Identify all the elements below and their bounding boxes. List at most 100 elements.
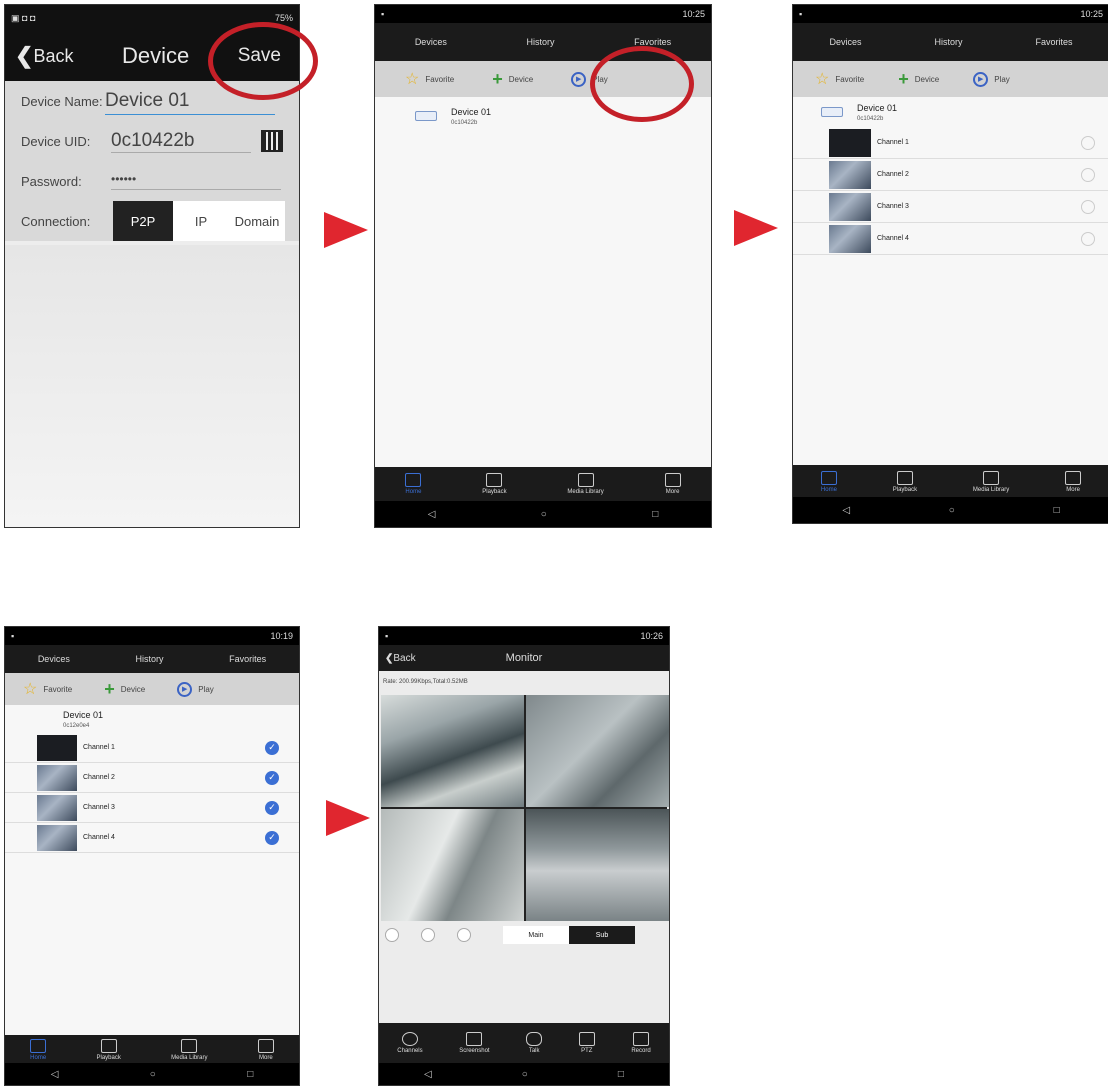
nav-back-icon[interactable]: ◁ (424, 1069, 432, 1080)
nav-recent-icon[interactable]: □ (652, 509, 658, 520)
tab-more[interactable]: More (664, 473, 681, 495)
device-form: Device Name: Device 01 Device UID: 0c104… (5, 81, 299, 241)
tab-history[interactable]: History (135, 654, 163, 664)
tab-playback[interactable]: Playback (482, 473, 507, 495)
tab-playback[interactable]: Playback (96, 1039, 121, 1061)
tab-favorites[interactable]: Favorites (1035, 37, 1072, 47)
camera-view[interactable] (526, 809, 669, 921)
bottom-tab-bar: Home Playback Media Library More (5, 1035, 299, 1065)
tab-devices[interactable]: Devices (38, 654, 70, 664)
star-icon: ☆ (405, 71, 420, 88)
nav-home-icon[interactable]: ○ (150, 1069, 156, 1080)
nav-home-icon[interactable]: ○ (541, 509, 547, 520)
back-button[interactable]: ❮Back (15, 43, 73, 69)
channel-row[interactable]: Channel 3 (793, 191, 1108, 223)
camera-view[interactable] (381, 809, 524, 921)
device-uid-row: Device UID: 0c10422b (5, 121, 299, 161)
camera-view[interactable] (526, 695, 669, 807)
tab-devices[interactable]: Devices (415, 37, 447, 47)
add-device-button[interactable]: + Device (898, 69, 939, 90)
connection-row: Connection: P2P IP Domain (5, 201, 299, 241)
favorite-button[interactable]: ☆ Favorite (405, 69, 454, 89)
connection-domain[interactable]: Domain (229, 201, 285, 241)
connection-ip[interactable]: IP (173, 201, 229, 241)
top-tabs: Devices History Favorites (793, 23, 1108, 61)
nav-back-icon[interactable]: ◁ (51, 1069, 59, 1080)
nav-home-icon[interactable]: ○ (949, 505, 955, 516)
nav-back-icon[interactable]: ◁ (428, 509, 436, 520)
checkmark-icon[interactable]: ✓ (265, 770, 279, 785)
channel-label: Channel 3 (877, 203, 909, 210)
channel-row[interactable]: Channel 3 ✓ (5, 793, 299, 823)
nav-recent-icon[interactable]: □ (247, 1069, 253, 1080)
camera-view[interactable] (381, 695, 524, 807)
top-tabs: Devices History Favorites (5, 645, 299, 673)
clock: 10:26 (640, 631, 663, 641)
tab-media-library[interactable]: Media Library (171, 1039, 208, 1061)
play-button[interactable]: ▶ Play (973, 71, 1010, 87)
tab-history[interactable]: History (934, 37, 962, 47)
notification-icon: ▪ (799, 9, 803, 19)
tab-devices[interactable]: Devices (829, 37, 861, 47)
channels-button[interactable]: Channels (397, 1032, 423, 1054)
checkmark-icon[interactable]: ✓ (265, 740, 279, 755)
favorite-button[interactable]: ☆ Favorite (23, 679, 72, 699)
channel-row[interactable]: Channel 1 ✓ (5, 733, 299, 763)
nav-back-icon[interactable]: ◁ (842, 505, 850, 516)
tab-home[interactable]: Home (30, 1039, 46, 1061)
channel-row[interactable]: Channel 2 ✓ (5, 763, 299, 793)
quad-view-icon[interactable] (421, 928, 435, 942)
password-field[interactable]: •••••• (111, 172, 281, 190)
device-uid-field[interactable]: 0c10422b (111, 130, 251, 153)
status-bar: ▪ 10:26 (379, 627, 669, 645)
connection-p2p[interactable]: P2P (113, 201, 173, 241)
folder-icon (181, 1039, 198, 1053)
select-radio[interactable] (1081, 135, 1095, 150)
tab-history[interactable]: History (526, 37, 554, 47)
back-button[interactable]: ❮Back (385, 653, 416, 664)
channel-row[interactable]: Channel 4 ✓ (5, 823, 299, 853)
device-uid: 0c12e0e4 (63, 722, 90, 729)
tab-favorites[interactable]: Favorites (229, 654, 266, 664)
video-camera-icon (632, 1032, 649, 1046)
favorite-star-icon[interactable] (457, 928, 471, 942)
stream-main-button[interactable]: Main (503, 926, 569, 944)
status-bar: ▪ 10:19 (5, 627, 299, 645)
add-device-button[interactable]: + Device (492, 69, 533, 90)
grid-icon (664, 473, 681, 487)
layout-icon[interactable] (385, 928, 399, 942)
select-radio[interactable] (1081, 231, 1095, 246)
screenshot-button[interactable]: Screenshot (459, 1032, 490, 1054)
channel-row[interactable]: Channel 2 (793, 159, 1108, 191)
talk-button[interactable]: Talk (526, 1032, 543, 1054)
tab-home[interactable]: Home (820, 471, 837, 493)
select-radio[interactable] (1081, 199, 1095, 214)
tab-more[interactable]: More (1065, 471, 1082, 493)
tab-more[interactable]: More (257, 1039, 274, 1061)
checkmark-icon[interactable]: ✓ (265, 800, 279, 815)
nav-recent-icon[interactable]: □ (618, 1069, 624, 1080)
device-row[interactable]: Device 01 0c10422b (793, 97, 1108, 127)
tab-playback[interactable]: Playback (893, 471, 917, 493)
ptz-button[interactable]: PTZ (578, 1032, 595, 1054)
nav-recent-icon[interactable]: □ (1054, 505, 1060, 516)
select-radio[interactable] (1081, 167, 1095, 182)
qr-code-icon[interactable] (261, 130, 283, 152)
channel-row[interactable]: Channel 1 (793, 127, 1108, 159)
tab-media-library[interactable]: Media Library (973, 471, 1009, 493)
home-icon (30, 1039, 47, 1053)
tab-home[interactable]: Home (405, 473, 421, 495)
video-grid (381, 695, 669, 921)
checkmark-icon[interactable]: ✓ (265, 830, 279, 845)
add-device-button[interactable]: + Device (104, 679, 145, 700)
nav-home-icon[interactable]: ○ (522, 1069, 528, 1080)
channel-row[interactable]: Channel 4 (793, 223, 1108, 255)
device-row[interactable]: Device 01 0c12e0e4 (5, 705, 299, 733)
record-button[interactable]: Record (631, 1032, 651, 1054)
favorite-button[interactable]: ☆ Favorite (815, 69, 864, 89)
play-button[interactable]: ▶ Play (177, 681, 214, 697)
stream-sub-button[interactable]: Sub (569, 926, 635, 944)
screen-channel-selected: ▪ 10:19 Devices History Favorites ☆ Favori… (4, 626, 300, 1086)
notification-icon: ▪ (385, 631, 389, 641)
tab-media-library[interactable]: Media Library (567, 473, 604, 495)
